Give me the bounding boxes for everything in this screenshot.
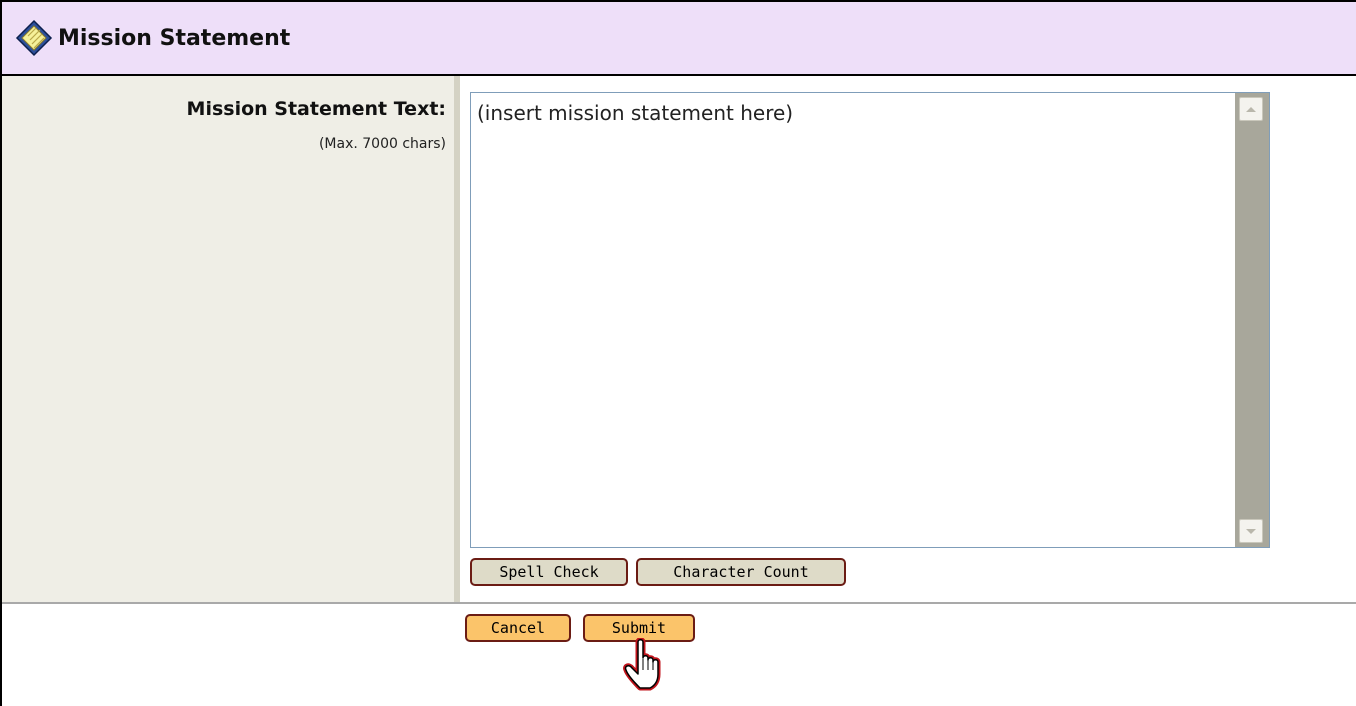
page-frame: Mission Statement Mission Statement Text… <box>0 0 1356 706</box>
arrow-up-icon <box>1246 106 1256 112</box>
field-hint: (Max. 7000 chars) <box>318 136 446 152</box>
vertical-scrollbar[interactable] <box>1235 93 1269 547</box>
section-header: Mission Statement <box>2 2 1356 76</box>
cancel-button[interactable]: Cancel <box>465 614 571 642</box>
page-title: Mission Statement <box>58 25 291 51</box>
scroll-down-button[interactable] <box>1239 519 1263 543</box>
arrow-down-icon <box>1246 528 1256 534</box>
textarea-value: (insert mission statement here) <box>477 101 794 125</box>
scroll-up-button[interactable] <box>1239 97 1263 121</box>
spell-check-button[interactable]: Spell Check <box>470 558 628 586</box>
field-input-column: (insert mission statement here) Spell Ch… <box>460 76 1356 602</box>
mission-statement-textarea[interactable]: (insert mission statement here) <box>470 92 1270 548</box>
diamond-icon <box>15 19 53 57</box>
field-label-column: Mission Statement Text: (Max. 7000 chars… <box>2 76 460 602</box>
field-label: Mission Statement Text: <box>186 98 446 120</box>
hand-pointer-icon <box>623 638 661 691</box>
character-count-button[interactable]: Character Count <box>636 558 846 586</box>
section-divider <box>2 602 1356 604</box>
